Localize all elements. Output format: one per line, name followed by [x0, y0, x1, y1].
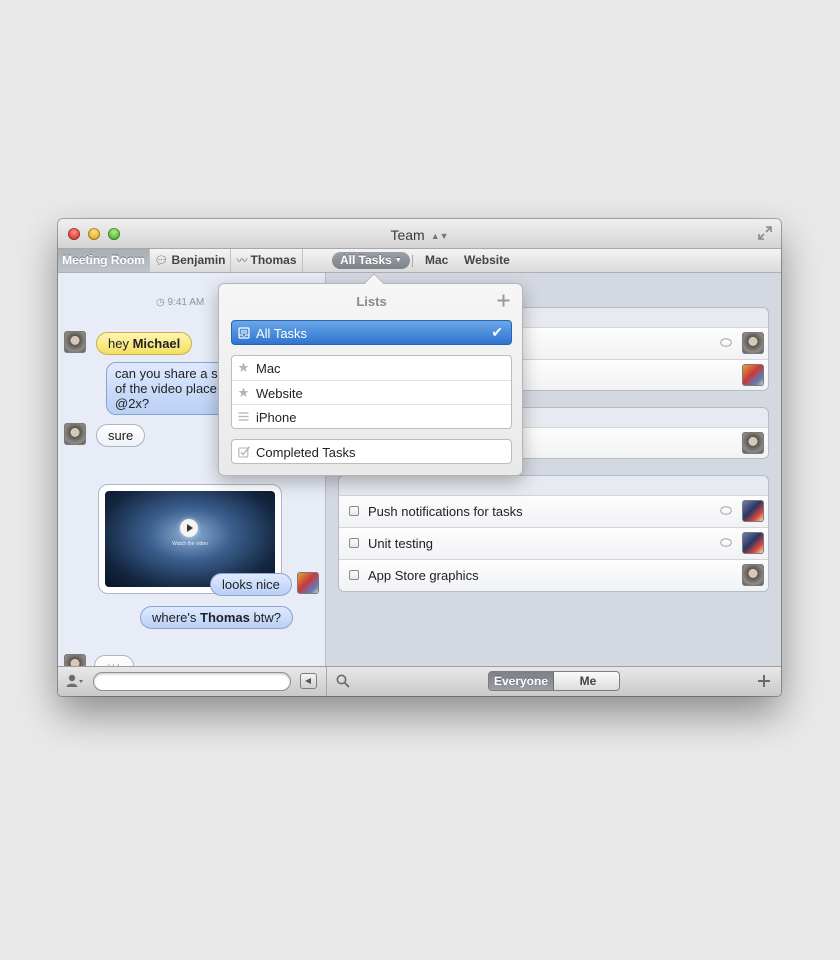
- star-icon: [238, 387, 249, 397]
- task-group: Push notifications for tasks Unit testin…: [338, 475, 769, 592]
- search-icon[interactable]: [336, 674, 350, 688]
- list-item-all-tasks[interactable]: All Tasks ✔: [231, 320, 512, 345]
- assignee-avatar[interactable]: [742, 564, 764, 586]
- chat-message: looks nice: [210, 573, 292, 596]
- tab-label: Thomas: [250, 253, 297, 267]
- message-line: @2x?: [115, 396, 150, 411]
- updown-chevron-icon: ▲▼: [430, 231, 449, 241]
- message-line: of the video place: [115, 381, 217, 396]
- task-checkbox[interactable]: [349, 506, 359, 516]
- task-checkbox[interactable]: [349, 570, 359, 580]
- bottom-toolbar: Everyone Me: [58, 666, 781, 696]
- chat-message: can you share a sc of the video place @2…: [106, 362, 236, 415]
- message-text: sure: [108, 428, 134, 443]
- list-item-completed-tasks[interactable]: Completed Tasks: [231, 439, 512, 464]
- assignee-avatar[interactable]: [742, 332, 764, 354]
- list-label: Website: [256, 386, 303, 401]
- everyone-button[interactable]: Everyone: [489, 672, 554, 690]
- lines-icon: [238, 412, 249, 421]
- window-title-label: Team: [390, 227, 425, 243]
- star-icon: [238, 362, 249, 372]
- popover-title: Lists: [356, 294, 387, 309]
- fullscreen-icon[interactable]: [757, 225, 773, 241]
- task-row[interactable]: App Store graphics: [339, 559, 768, 591]
- message-text: hey: [108, 336, 133, 351]
- activity-icon: 〰: [236, 255, 248, 267]
- chat-tab-bar: Meeting Room 💬︎ Benjamin 〰 Thomas: [58, 249, 326, 273]
- message-text: looks nice: [222, 577, 280, 592]
- message-line: can you share a sc: [115, 366, 225, 381]
- mention: Michael: [132, 336, 181, 351]
- message-text: btw?: [249, 610, 281, 625]
- avatar[interactable]: [64, 331, 86, 353]
- comment-icon[interactable]: [720, 506, 732, 516]
- list-label: All Tasks: [256, 326, 308, 341]
- me-button[interactable]: Me: [555, 672, 619, 690]
- tab-website[interactable]: Website: [464, 249, 510, 272]
- list-item-website[interactable]: Website: [232, 380, 511, 404]
- chevron-down-icon: ▼: [394, 257, 402, 264]
- tab-benjamin[interactable]: 💬︎ Benjamin: [150, 249, 231, 272]
- checkmark-icon: ✔: [491, 324, 503, 340]
- chat-message: hey Michael: [96, 332, 193, 355]
- user-menu-icon[interactable]: [66, 673, 84, 689]
- timestamp-text: 9:41 AM: [167, 297, 205, 308]
- avatar[interactable]: [297, 572, 319, 594]
- inbox-icon: [238, 327, 250, 339]
- assignee-avatar[interactable]: [742, 500, 764, 522]
- task-title: Push notifications for tasks: [368, 504, 523, 519]
- lists-popover: Lists All Tasks ✔ Mac Website iPhone Com…: [218, 273, 523, 476]
- list-label: iPhone: [256, 410, 297, 425]
- message-text: where's: [152, 610, 201, 625]
- window-title[interactable]: Team ▲▼: [58, 227, 781, 243]
- assignee-avatar[interactable]: [742, 432, 764, 454]
- assignee-filter-segment: Everyone Me: [488, 671, 620, 691]
- filter-label: All Tasks: [340, 253, 392, 267]
- task-title: Unit testing: [368, 536, 434, 551]
- speech-bubble-icon: 💬︎: [154, 255, 169, 267]
- tab-label: Benjamin: [171, 253, 226, 267]
- mention: Thomas: [200, 610, 250, 625]
- chat-input[interactable]: [93, 672, 291, 691]
- message-timestamp: ◷ 9:41 AM: [156, 297, 204, 308]
- lists-group: Mac Website iPhone: [231, 355, 512, 429]
- task-row[interactable]: Unit testing: [339, 527, 768, 559]
- divider: [412, 255, 413, 267]
- clock-icon: ◷: [156, 297, 165, 308]
- video-caption: Watch the video: [172, 541, 208, 547]
- add-list-icon[interactable]: [497, 294, 510, 307]
- task-row[interactable]: Push notifications for tasks: [339, 495, 768, 527]
- chat-message: where's Thomas btw?: [140, 606, 293, 629]
- checklist-icon: [238, 446, 250, 458]
- assignee-avatar[interactable]: [742, 532, 764, 554]
- chat-message: sure: [96, 424, 146, 447]
- task-title: App Store graphics: [368, 568, 479, 583]
- tab-label: Meeting Room: [62, 253, 145, 267]
- all-tasks-filter[interactable]: All Tasks ▼: [332, 252, 410, 269]
- task-group-header: [339, 476, 768, 495]
- list-item-mac[interactable]: Mac: [232, 356, 511, 380]
- task-tab-bar: All Tasks ▼ Mac Website: [326, 249, 781, 273]
- avatar[interactable]: [64, 423, 86, 445]
- play-icon[interactable]: [180, 519, 198, 537]
- list-label: Completed Tasks: [256, 445, 356, 460]
- comment-icon[interactable]: [720, 338, 732, 348]
- tab-meeting-room[interactable]: Meeting Room: [58, 249, 150, 272]
- list-label: Mac: [256, 361, 281, 376]
- list-item-iphone[interactable]: iPhone: [232, 404, 511, 428]
- assignee-avatar[interactable]: [742, 364, 764, 386]
- task-checkbox[interactable]: [349, 538, 359, 548]
- add-task-icon[interactable]: [757, 674, 771, 688]
- tab-mac[interactable]: Mac: [425, 249, 448, 272]
- title-bar: Team ▲▼: [58, 219, 781, 249]
- divider: [326, 667, 327, 696]
- comment-icon[interactable]: [720, 538, 732, 548]
- send-button[interactable]: [300, 673, 317, 689]
- tab-thomas[interactable]: 〰 Thomas: [231, 249, 303, 272]
